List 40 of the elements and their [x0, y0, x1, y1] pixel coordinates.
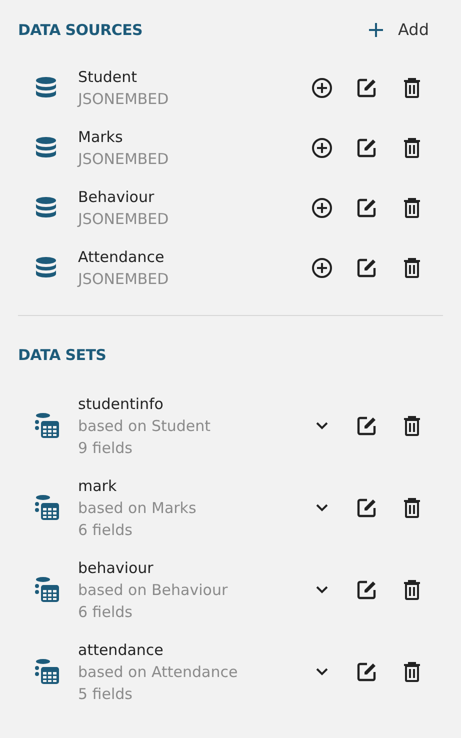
dataset-name: behaviour [78, 558, 154, 578]
section-title: DATA SOURCES [18, 20, 143, 41]
source-type: JSONEMBED [78, 209, 169, 230]
source-name: Attendance [78, 247, 166, 268]
plus-icon[interactable] [368, 22, 384, 38]
database-icon [34, 136, 58, 160]
dataset-source: based on Marks [78, 498, 196, 518]
add-dataset-button[interactable] [309, 196, 334, 220]
section-title: DATA SETS [18, 345, 108, 366]
dataset-table-icon [34, 494, 60, 520]
add-button[interactable]: Add [368, 18, 443, 42]
source-type: JSONEMBED [78, 149, 169, 170]
database-icon [34, 256, 58, 280]
dataset-source: based on Behaviour [78, 580, 228, 600]
dataset-name: attendance [78, 640, 164, 660]
database-icon [34, 76, 58, 100]
dataset-table-icon [34, 412, 60, 438]
dataset-source: based on Student [78, 416, 211, 436]
add-dataset-button[interactable] [309, 136, 334, 160]
add-dataset-button[interactable] [309, 256, 334, 280]
chevron-down-icon[interactable] [314, 584, 328, 594]
dataset-name: mark [78, 476, 118, 496]
field-count: 6 fields [78, 520, 134, 540]
source-name: Student [78, 67, 138, 88]
dataset-table-icon [34, 658, 60, 684]
chevron-down-icon[interactable] [314, 502, 328, 512]
field-count: 5 fields [78, 684, 134, 704]
source-name: Behaviour [78, 187, 156, 208]
chevron-down-icon[interactable] [314, 666, 328, 676]
source-name: Marks [78, 127, 124, 148]
dataset-name: studentinfo [78, 394, 164, 414]
dataset-source: based on Attendance [78, 662, 238, 682]
database-icon [34, 196, 58, 220]
dataset-table-icon [34, 576, 60, 602]
source-type: JSONEMBED [78, 89, 169, 110]
add-dataset-button[interactable] [309, 76, 334, 100]
source-type: JSONEMBED [78, 269, 169, 290]
chevron-down-icon[interactable] [314, 420, 328, 430]
field-count: 9 fields [78, 438, 134, 458]
field-count: 6 fields [78, 602, 134, 622]
